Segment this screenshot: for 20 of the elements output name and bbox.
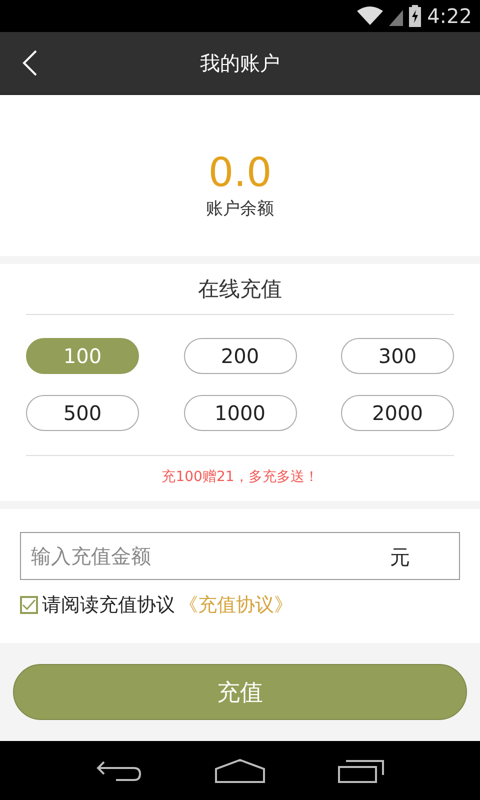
battery-icon [409,5,422,27]
back-icon[interactable] [22,49,38,77]
page-title: 我的账户 [200,50,280,76]
promo-text: 充100赠21，多充多送！ [162,469,318,485]
amount-option[interactable]: 300 [341,338,454,374]
section-title: 在线充值 [26,264,454,315]
home-icon[interactable] [214,759,265,783]
balance-label: 账户余额 [206,198,274,220]
recent-apps-icon[interactable] [338,759,384,783]
agreement-text: 请阅读充值协议 [42,593,175,618]
wifi-icon [357,6,384,26]
unit-label: 元 [390,544,410,571]
balance-amount: 0.0 [208,151,272,195]
amount-option[interactable]: 200 [184,338,296,374]
back-nav-icon[interactable] [96,760,142,782]
amount-option[interactable]: 1000 [184,395,296,431]
amount-option[interactable]: 2000 [341,395,454,431]
amount-option[interactable]: 500 [26,395,139,431]
status-time: 4:22 [427,4,472,28]
agreement-checkbox[interactable] [20,596,38,614]
